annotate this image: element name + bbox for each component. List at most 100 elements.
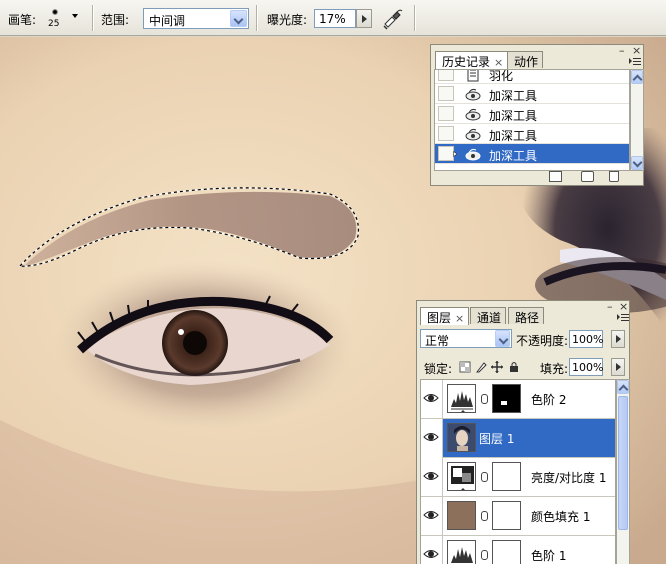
new-snapshot-icon[interactable]: [581, 171, 594, 182]
history-scrollbar[interactable]: [630, 69, 644, 171]
exposure-slider-arrow-icon[interactable]: [356, 9, 372, 28]
blend-mode-select[interactable]: 正常: [420, 329, 512, 348]
snapshot-source-checkbox[interactable]: [438, 146, 454, 161]
brush-preset-picker[interactable]: 25: [40, 4, 70, 32]
tab-actions[interactable]: 动作: [507, 51, 544, 69]
layers-list: 色阶 2 图层 1 亮度/对比度 1 颜色填充 1 色阶 1: [420, 379, 616, 564]
layers-panel: – × 图层 × 通道 路径 正常 不透明度: 100% 锁定: 填充: 100%: [416, 300, 630, 564]
link-icon[interactable]: [481, 550, 488, 560]
fill-slider-arrow-icon[interactable]: [611, 358, 625, 376]
lock-image-pixels-icon[interactable]: [475, 361, 487, 373]
tab-channels-label: 通道: [477, 311, 502, 325]
layer-row[interactable]: 颜色填充 1: [421, 497, 615, 536]
opacity-slider-arrow-icon[interactable]: [611, 330, 625, 348]
brush-label: 画笔:: [8, 13, 37, 27]
tab-paths[interactable]: 路径: [508, 307, 545, 325]
visibility-toggle[interactable]: [421, 419, 443, 458]
tab-history[interactable]: 历史记录 ×: [435, 51, 509, 69]
layer-thumbnail[interactable]: [447, 423, 476, 452]
tab-channels[interactable]: 通道: [470, 307, 507, 325]
opacity-input[interactable]: 100%: [569, 330, 603, 348]
snapshot-source-checkbox[interactable]: [438, 86, 454, 101]
history-item[interactable]: 加深工具: [435, 144, 629, 164]
layer-name: 图层 1: [479, 432, 515, 446]
snapshot-source-checkbox[interactable]: [438, 106, 454, 121]
link-icon[interactable]: [481, 511, 488, 521]
chevron-down-icon[interactable]: [230, 10, 247, 27]
scroll-up-icon[interactable]: [617, 380, 629, 394]
visibility-toggle[interactable]: [421, 536, 443, 564]
close-icon[interactable]: ×: [619, 300, 628, 313]
history-item-label: 加深工具: [489, 109, 538, 123]
layer-name: 颜色填充 1: [531, 510, 591, 524]
layer-row[interactable]: 色阶 2: [421, 380, 615, 419]
brightness-contrast-adjustment-icon: [447, 462, 476, 491]
fill-label: 填充:: [540, 362, 569, 376]
color-fill-swatch[interactable]: [447, 501, 476, 530]
burn-tool-icon: [465, 148, 481, 161]
history-item-label: 羽化: [489, 69, 514, 83]
layer-mask-thumbnail[interactable]: [492, 540, 521, 564]
eye-icon: [423, 511, 439, 519]
exposure-input[interactable]: 17%: [314, 9, 356, 28]
airbrush-toggle-button[interactable]: [380, 6, 406, 30]
lock-position-icon[interactable]: [491, 361, 503, 373]
lock-transparent-pixels-icon[interactable]: [459, 361, 471, 373]
history-item[interactable]: 加深工具: [435, 104, 629, 124]
scroll-up-icon[interactable]: [631, 70, 643, 84]
panel-menu-icon[interactable]: [629, 57, 641, 67]
tab-history-label: 历史记录: [442, 55, 491, 69]
scroll-down-icon[interactable]: [631, 156, 643, 170]
link-icon[interactable]: [481, 472, 488, 482]
layer-row[interactable]: 色阶 1: [421, 536, 615, 564]
toolbar-separator: [92, 5, 94, 31]
history-item[interactable]: 加深工具: [435, 84, 629, 104]
layer-mask-thumbnail[interactable]: [492, 462, 521, 491]
layer-name: 亮度/对比度 1: [531, 471, 607, 485]
link-icon[interactable]: [481, 394, 488, 404]
new-document-from-state-icon[interactable]: [549, 171, 562, 182]
visibility-toggle[interactable]: [421, 380, 443, 419]
history-item[interactable]: 羽化: [435, 69, 629, 84]
brush-dropdown-arrow-icon[interactable]: [72, 14, 78, 18]
range-label: 范围:: [101, 13, 130, 27]
close-icon[interactable]: ×: [494, 56, 503, 69]
close-icon[interactable]: ×: [632, 44, 641, 57]
burn-tool-icon: [465, 108, 481, 121]
exposure-label: 曝光度:: [267, 13, 308, 27]
history-item[interactable]: 加深工具: [435, 124, 629, 144]
eye-icon: [423, 394, 439, 402]
minimize-icon[interactable]: –: [607, 300, 613, 313]
layers-scrollbar[interactable]: [616, 379, 630, 564]
scrollbar-thumb[interactable]: [618, 396, 628, 530]
eye-icon: [423, 550, 439, 558]
tab-layers[interactable]: 图层 ×: [420, 307, 470, 325]
close-icon[interactable]: ×: [455, 312, 464, 325]
toolbar-separator: [256, 5, 258, 31]
chevron-down-icon[interactable]: [495, 330, 510, 347]
layer-mask-thumbnail[interactable]: [492, 384, 521, 413]
history-item-label: 加深工具: [489, 149, 538, 163]
layer-row[interactable]: 图层 1: [421, 419, 615, 458]
fill-input[interactable]: 100%: [569, 358, 603, 376]
levels-adjustment-icon: [447, 384, 476, 413]
trash-icon[interactable]: [609, 171, 619, 182]
layer-mask-thumbnail[interactable]: [492, 501, 521, 530]
history-panel: – × 历史记录 × 动作 羽化 加深工具 加深工具 加深工具 加深工具: [430, 44, 644, 186]
range-select[interactable]: 中间调: [143, 8, 249, 29]
panel-menu-icon[interactable]: [617, 313, 629, 323]
eye-icon: [423, 433, 439, 441]
visibility-toggle[interactable]: [421, 497, 443, 536]
tool-options-bar: 画笔: 25 范围: 中间调 曝光度: 17%: [0, 0, 666, 36]
opacity-label: 不透明度:: [516, 334, 569, 348]
snapshot-source-checkbox[interactable]: [438, 126, 454, 141]
mask-spot: [501, 401, 507, 405]
lock-all-icon[interactable]: [508, 361, 520, 373]
airbrush-icon: [383, 9, 403, 30]
lock-label: 锁定:: [424, 362, 453, 376]
history-state-slider-icon[interactable]: [453, 146, 463, 162]
visibility-toggle[interactable]: [421, 458, 443, 497]
minimize-icon[interactable]: –: [619, 44, 625, 57]
snapshot-source-checkbox[interactable]: [438, 70, 454, 81]
layer-row[interactable]: 亮度/对比度 1: [421, 458, 615, 497]
